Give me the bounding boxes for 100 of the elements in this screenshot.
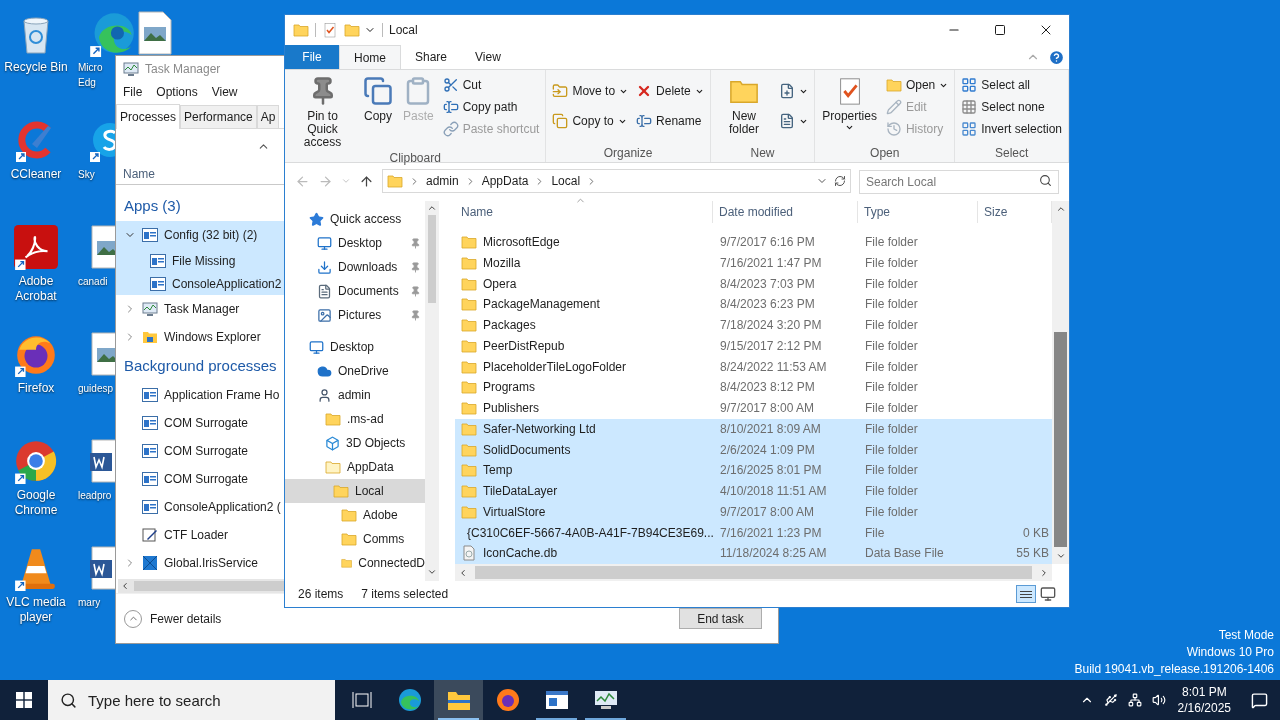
scroll-up-icon[interactable] — [427, 203, 437, 213]
process-row[interactable]: CTF Loader — [116, 521, 284, 549]
clock[interactable]: 8:01 PM 2/16/2025 — [1169, 684, 1239, 716]
scroll-right-icon[interactable] — [1039, 567, 1049, 578]
nav-item[interactable]: Pictures — [285, 303, 425, 327]
cut-button[interactable]: Cut — [440, 74, 542, 96]
nav-item[interactable]: AppData — [285, 455, 425, 479]
scrollbar-thumb[interactable] — [1054, 332, 1067, 547]
scrollbar[interactable] — [1052, 201, 1069, 564]
column-header[interactable]: Name — [123, 164, 155, 183]
file-row[interactable]: PeerDistRepub 9/15/2017 2:12 PM File folder — [455, 335, 1052, 357]
nav-item[interactable]: Adobe — [285, 503, 425, 527]
network-icon[interactable] — [1127, 693, 1142, 707]
icon-label[interactable]: VLC media player — [0, 595, 72, 625]
process-row[interactable]: Config (32 bit) (2) File Missing ConsoleApplication2 — [116, 221, 284, 295]
ribbon-tab[interactable]: Share — [401, 45, 462, 69]
copy-button[interactable]: Copy — [360, 70, 396, 149]
tab[interactable]: Ap — [256, 105, 280, 128]
file-row[interactable]: TileDataLayer 4/10/2018 11:51 AM File folder — [455, 480, 1052, 502]
menu-item[interactable]: File — [123, 83, 143, 101]
selectnone-button[interactable]: Select none — [959, 96, 1064, 118]
open-button[interactable]: Open — [883, 74, 951, 96]
up-icon[interactable] — [359, 173, 374, 189]
file-row[interactable]: Safer-Networking Ltd 8/10/2021 8:09 AM File folder — [455, 418, 1052, 440]
scroll-down-icon[interactable] — [1055, 551, 1066, 561]
process-row[interactable]: COM Surrogate — [116, 437, 284, 465]
process-row[interactable]: COM Surrogate — [116, 409, 284, 437]
menu-item[interactable]: View — [211, 83, 238, 101]
copyto-button[interactable]: Copy to — [550, 110, 631, 132]
fewer-details-button[interactable]: Fewer details — [124, 609, 222, 628]
notifications-icon[interactable] — [1251, 691, 1268, 709]
file-row[interactable]: MicrosoftEdge 9/7/2017 6:16 PM File folder — [455, 231, 1052, 253]
process-row[interactable]: Global.IrisService — [116, 549, 284, 577]
column-header[interactable]: Date modified — [713, 201, 858, 223]
nav-item[interactable]: OneDrive — [285, 359, 425, 383]
scroll-down-icon[interactable] — [427, 567, 437, 577]
ribbon-tab[interactable]: Home — [339, 45, 401, 69]
file-row[interactable]: IconCache.db 11/18/2024 8:25 AM Data Base File 55 KB — [455, 543, 1052, 564]
move-button[interactable]: Move to — [550, 80, 631, 102]
tiles-view-icon[interactable] — [1040, 586, 1056, 602]
scrollbar[interactable] — [118, 579, 284, 593]
column-header[interactable]: Name — [455, 201, 713, 223]
file-row[interactable]: Programs 8/4/2023 8:12 PM File folder — [455, 377, 1052, 398]
icon-label[interactable]: Google Chrome — [0, 488, 72, 518]
path-button[interactable]: Copy path — [440, 96, 542, 118]
properties-button[interactable]: Properties — [819, 70, 880, 144]
volume-icon[interactable] — [1151, 693, 1166, 707]
breadcrumb[interactable]: Local — [551, 172, 581, 190]
nav-item[interactable]: Desktop — [285, 231, 425, 255]
delete-button[interactable]: Delete — [634, 80, 706, 102]
process-row[interactable]: ConsoleApplication2 ( — [116, 493, 284, 521]
scroll-up-icon[interactable] — [1055, 204, 1066, 214]
menu-item[interactable]: Options — [156, 83, 198, 101]
file-row[interactable]: Temp 2/16/2025 8:01 PM File folder — [455, 460, 1052, 481]
nav-item[interactable]: .ms-ad — [285, 407, 425, 431]
file-row[interactable]: VirtualStore 9/7/2017 8:00 AM File folder — [455, 501, 1052, 523]
column-header[interactable]: Type — [858, 201, 978, 223]
address-bar[interactable]: admin AppData Local — [382, 169, 851, 193]
icon-label[interactable]: Micro Edg — [76, 60, 113, 90]
selectall-button[interactable]: Select all — [959, 74, 1064, 96]
icon-label[interactable]: CCleaner — [10, 167, 62, 182]
taskbar-button[interactable] — [434, 680, 483, 720]
file-row[interactable]: Publishers 9/7/2017 8:00 AM File folder — [455, 397, 1052, 419]
pin-button[interactable]: Pin to Quick access — [289, 70, 356, 149]
file-row[interactable]: Opera 8/4/2023 7:03 PM File folder — [455, 273, 1052, 294]
icon-label[interactable]: guidesp — [76, 381, 113, 396]
search-field[interactable]: Search Local — [859, 170, 1059, 194]
scrollbar[interactable] — [425, 201, 439, 581]
nav-item[interactable]: ConnectedD — [285, 551, 425, 575]
nav-item[interactable]: 3D Objects — [285, 431, 425, 455]
breadcrumb[interactable]: AppData — [481, 172, 529, 190]
icon-label[interactable]: Recycle Bin — [4, 60, 68, 75]
process-row[interactable]: Application Frame Ho — [116, 381, 284, 409]
file-row[interactable]: SolidDocuments 2/6/2024 1:09 PM File folder — [455, 439, 1052, 461]
nav-item[interactable]: Documents — [285, 279, 425, 303]
scrollbar-thumb[interactable] — [134, 581, 284, 591]
scroll-left-icon[interactable] — [458, 567, 468, 578]
icon-label[interactable]: Sky — [76, 167, 113, 182]
process-row[interactable]: Windows Explorer — [116, 323, 284, 351]
taskbar-search-field[interactable]: Type here to search — [48, 680, 335, 720]
file-row[interactable]: Mozilla 7/16/2021 1:47 PM File folder — [455, 252, 1052, 274]
file-row[interactable]: PackageManagement 8/4/2023 6:23 PM File folder — [455, 293, 1052, 315]
search-icon[interactable] — [1039, 174, 1052, 187]
scroll-left-icon[interactable] — [120, 581, 130, 591]
scrollbar-thumb[interactable] — [475, 566, 1032, 579]
tab[interactable]: Processes — [116, 104, 181, 129]
icon-label[interactable]: Adobe Acrobat — [0, 274, 72, 304]
icon-label[interactable]: canadi — [76, 274, 113, 289]
breadcrumb[interactable]: admin — [426, 172, 459, 190]
ribbon-tab[interactable]: View — [461, 45, 515, 69]
details-view-icon[interactable] — [1016, 585, 1036, 603]
ribbon-tab[interactable]: File — [285, 45, 339, 69]
icon-label[interactable]: mary — [76, 595, 113, 610]
invert-button[interactable]: Invert selection — [959, 118, 1064, 140]
end-task-button[interactable]: End task — [679, 608, 762, 629]
help-icon[interactable] — [1048, 49, 1065, 66]
process-row[interactable]: COM Surrogate — [116, 465, 284, 493]
scrollbar-thumb[interactable] — [428, 215, 436, 303]
nav-item[interactable]: Comms — [285, 527, 425, 551]
newfolder-button[interactable]: New folder — [714, 70, 774, 144]
